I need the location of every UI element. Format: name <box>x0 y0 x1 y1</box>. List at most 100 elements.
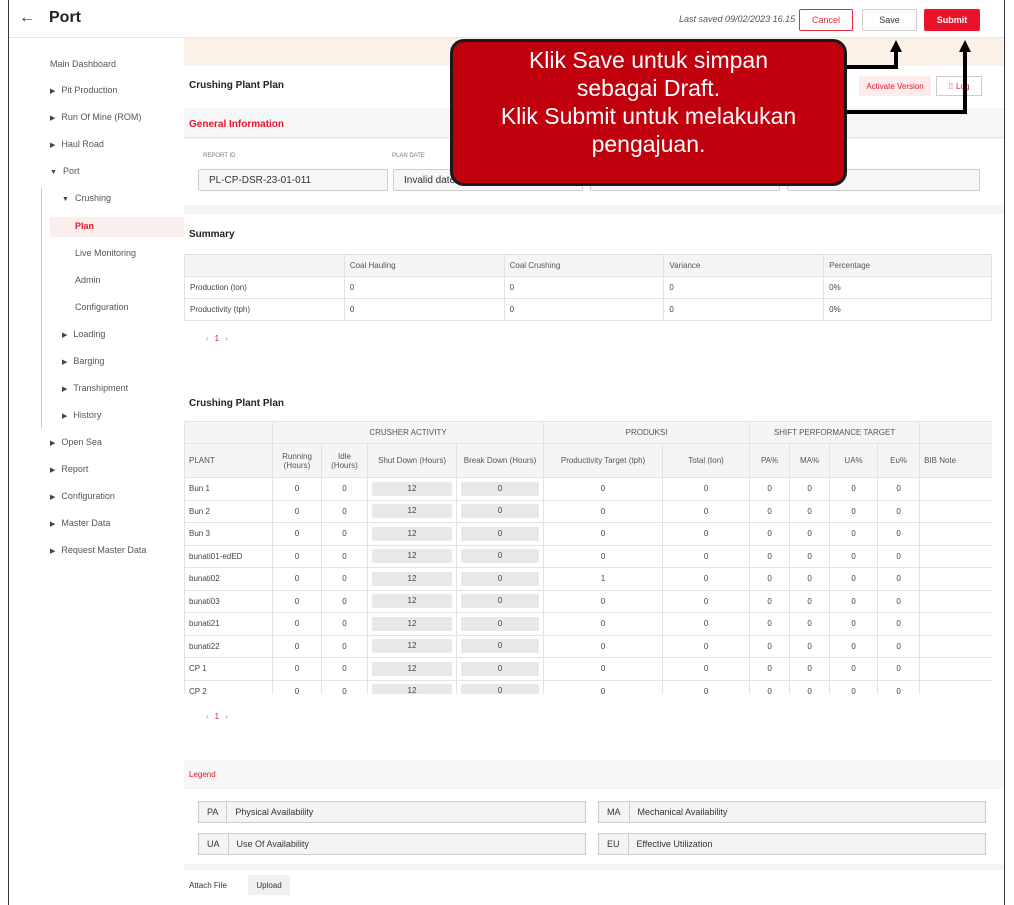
cell-plant: CP 1 <box>184 657 273 681</box>
sidebar-item-barging[interactable]: ▶ Barging <box>62 356 104 366</box>
cell-input-shutdown[interactable]: 12 <box>372 481 452 496</box>
cell-input-breakdown[interactable]: 0 <box>461 549 540 564</box>
cell-input-shutdown[interactable]: 12 <box>372 616 452 631</box>
col-ua: UA% <box>829 443 879 478</box>
back-arrow-icon[interactable]: ← <box>19 9 35 27</box>
cell-breakdown[interactable]: 0 <box>455 657 545 681</box>
cell-bib <box>919 567 992 591</box>
cell-input-breakdown[interactable]: 0 <box>461 661 540 676</box>
cell-eu: 0 <box>877 544 921 568</box>
cell-eu: 0 <box>877 477 921 501</box>
sidebar-item-plan[interactable]: Plan <box>75 221 94 231</box>
cell-input-breakdown[interactable]: 0 <box>461 639 540 654</box>
cell-breakdown[interactable]: 0 <box>455 499 545 523</box>
save-button[interactable]: Save <box>862 9 917 31</box>
sidebar-item-admin[interactable]: Admin <box>75 275 101 285</box>
page-number[interactable]: 1 <box>215 712 219 721</box>
sidebar-item-port[interactable]: ▼ Port <box>50 166 79 176</box>
next-page-icon[interactable]: › <box>225 712 228 721</box>
cell-running: 0 <box>272 657 322 681</box>
upload-button[interactable]: Upload <box>248 875 290 895</box>
cell-input-breakdown[interactable]: 0 <box>461 481 540 496</box>
cell-shutdown[interactable]: 12 <box>367 589 457 613</box>
sidebar-item-master-data[interactable]: ▶ Master Data <box>50 518 110 528</box>
cell-breakdown[interactable]: 0 <box>455 612 545 636</box>
summary-table: Coal Hauling Coal Crushing Variance Perc… <box>184 254 992 321</box>
plant-plan-title: Crushing Plant Plan <box>189 398 285 409</box>
summary-pagination: ‹ 1 › <box>206 334 228 343</box>
sidebar-item-pit-production[interactable]: ▶ Pit Production <box>50 85 117 95</box>
cell-breakdown[interactable]: 0 <box>455 522 545 546</box>
sidebar-item-main-dashboard[interactable]: Main Dashboard <box>50 59 116 69</box>
callout-line-4: pengajuan. <box>591 131 706 157</box>
last-saved-text: Last saved 09/02/2023 16.15 <box>679 14 796 24</box>
table-row: bunati03 0 0 12 0 0 0 0 0 0 0 <box>184 589 992 613</box>
cell-input-breakdown[interactable]: 0 <box>461 684 540 694</box>
cell-shutdown[interactable]: 12 <box>367 544 457 568</box>
sidebar-item-history[interactable]: ▶ History <box>62 410 101 420</box>
cell-input-shutdown[interactable]: 12 <box>372 549 452 564</box>
next-page-icon[interactable]: › <box>225 334 228 343</box>
summary-card: Summary Coal Hauling Coal Crushing Varia… <box>184 214 1004 376</box>
caret-right-icon: ▶ <box>50 467 56 474</box>
sidebar-item-configuration-sub[interactable]: Configuration <box>75 302 129 312</box>
log-button[interactable]: ⁞⁞Log <box>936 76 982 96</box>
table-row: Production (ton) 0 0 0 0% <box>184 276 992 299</box>
summary-title: Summary <box>189 229 235 240</box>
cell-input-shutdown[interactable]: 12 <box>372 571 452 586</box>
cell-bib <box>919 544 992 568</box>
cell-input-breakdown[interactable]: 0 <box>461 504 540 519</box>
prev-page-icon[interactable]: ‹ <box>206 334 209 343</box>
cell-breakdown[interactable]: 0 <box>455 634 545 658</box>
col-shutdown: Shut Down (Hours) <box>367 443 457 478</box>
caret-right-icon: ▶ <box>62 413 68 420</box>
cell-input-shutdown[interactable]: 12 <box>372 661 452 676</box>
plant-plan-table-scroll[interactable]: CRUSHER ACTIVITY PRODUKSI SHIFT PERFORMA… <box>184 421 992 694</box>
cell-shutdown[interactable]: 12 <box>367 567 457 591</box>
activate-version-button[interactable]: Activate Version <box>859 76 931 96</box>
cell-shutdown[interactable]: 12 <box>367 612 457 636</box>
cell-breakdown[interactable]: 0 <box>455 567 545 591</box>
cell-ma: 0 <box>789 589 831 613</box>
cell-input-breakdown[interactable]: 0 <box>461 616 540 631</box>
cell-breakdown[interactable]: 0 <box>455 477 545 501</box>
cell-shutdown[interactable]: 12 <box>367 679 457 694</box>
cell-input-shutdown[interactable]: 12 <box>372 594 452 609</box>
cancel-button[interactable]: Cancel <box>799 9 853 31</box>
cell-input-shutdown[interactable]: 12 <box>372 504 452 519</box>
cell-total: 0 <box>662 477 751 501</box>
sidebar-item-configuration[interactable]: ▶ Configuration <box>50 491 115 501</box>
cell-shutdown[interactable]: 12 <box>367 657 457 681</box>
cell-shutdown[interactable]: 12 <box>367 477 457 501</box>
prev-page-icon[interactable]: ‹ <box>206 712 209 721</box>
cell-input-shutdown[interactable]: 12 <box>372 639 452 654</box>
sidebar-item-request-master-data[interactable]: ▶ Request Master Data <box>50 545 146 555</box>
sidebar-item-rom[interactable]: ▶ Run Of Mine (ROM) <box>50 112 141 122</box>
legend-title: Legend <box>189 770 216 779</box>
page-number[interactable]: 1 <box>215 334 219 343</box>
cell-shutdown[interactable]: 12 <box>367 522 457 546</box>
cell-shutdown[interactable]: 12 <box>367 499 457 523</box>
sidebar-item-open-sea[interactable]: ▶ Open Sea <box>50 437 102 447</box>
table-row: bunati22 0 0 12 0 0 0 0 0 0 0 <box>184 634 992 658</box>
sidebar-item-haul-road[interactable]: ▶ Haul Road <box>50 139 104 149</box>
cell-shutdown[interactable]: 12 <box>367 634 457 658</box>
cell-input-breakdown[interactable]: 0 <box>461 526 540 541</box>
cell-breakdown[interactable]: 0 <box>455 679 545 694</box>
cell-breakdown[interactable]: 0 <box>455 544 545 568</box>
cell-input-breakdown[interactable]: 0 <box>461 571 540 586</box>
cell-input-shutdown[interactable]: 12 <box>372 526 452 541</box>
submit-button[interactable]: Submit <box>924 9 980 31</box>
group-crusher-activity: CRUSHER ACTIVITY <box>271 421 545 444</box>
sidebar-item-loading[interactable]: ▶ Loading <box>62 329 105 339</box>
cell-input-breakdown[interactable]: 0 <box>461 594 540 609</box>
report-id-field[interactable]: PL-CP-DSR-23-01-011 <box>198 169 388 191</box>
sidebar-item-live-monitoring[interactable]: Live Monitoring <box>75 248 136 258</box>
col-idle: Idle (Hours) <box>321 443 368 478</box>
cell-input-shutdown[interactable]: 12 <box>372 684 452 694</box>
sidebar-item-report[interactable]: ▶ Report <box>50 464 88 474</box>
sidebar-item-crushing[interactable]: ▼ Crushing <box>62 193 111 203</box>
callout-arrow-save-v <box>894 50 898 69</box>
sidebar-item-transhipment[interactable]: ▶ Transhipment <box>62 383 128 393</box>
cell-breakdown[interactable]: 0 <box>455 589 545 613</box>
